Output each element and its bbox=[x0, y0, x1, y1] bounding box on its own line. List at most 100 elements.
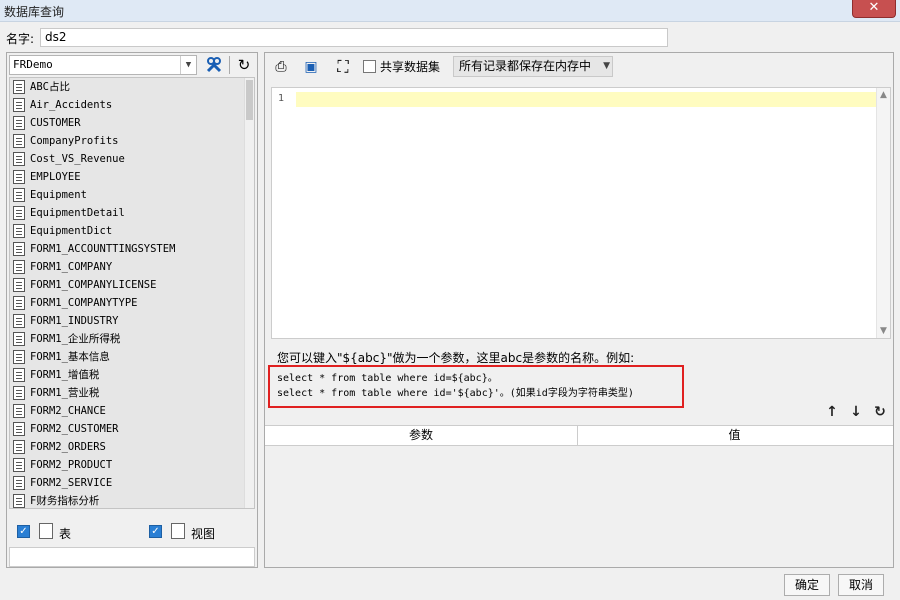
table-list-item[interactable]: Air_Accidents bbox=[10, 96, 246, 114]
table-list-item[interactable]: FORM1_ACCOUNTTINGSYSTEM bbox=[10, 240, 246, 258]
table-list-item-label: FORM1_ACCOUNTTINGSYSTEM bbox=[30, 243, 176, 255]
table-search-input[interactable] bbox=[9, 547, 255, 567]
table-list-item-label: ABC占比 bbox=[30, 81, 70, 93]
table-list-item-label: FORM1_基本信息 bbox=[30, 351, 110, 363]
table-list-item[interactable]: FORM1_企业所得税 bbox=[10, 330, 246, 348]
scroll-down-icon[interactable]: ▼ bbox=[877, 324, 890, 338]
fullscreen-icon[interactable]: ⛶ bbox=[333, 57, 353, 77]
table-icon bbox=[13, 116, 25, 130]
table-list-rows: ABC占比 Air_Accidents CUSTOMER CompanyProfits… bbox=[10, 78, 246, 508]
title-bar: 数据库查询 ✕ bbox=[0, 0, 900, 22]
datasource-select-value: FRDemo bbox=[13, 58, 53, 71]
table-icon bbox=[13, 404, 25, 418]
table-list-item[interactable]: FORM1_营业税 bbox=[10, 384, 246, 402]
parameter-table-header: 参数 值 bbox=[265, 426, 893, 446]
line-gutter: 1 bbox=[272, 88, 294, 338]
column-header-value[interactable]: 值 bbox=[578, 426, 891, 445]
close-button[interactable]: ✕ bbox=[852, 0, 896, 18]
table-list-item[interactable]: FORM1_基本信息 bbox=[10, 348, 246, 366]
preview-icon[interactable]: ⎙ bbox=[271, 57, 291, 77]
name-input[interactable]: ds2 bbox=[40, 28, 668, 47]
chevron-down-icon[interactable]: ▼ bbox=[603, 57, 610, 76]
table-filter-checkbox[interactable]: ✓ bbox=[17, 525, 30, 538]
table-list-item[interactable]: EquipmentDict bbox=[10, 222, 246, 240]
table-list-item[interactable]: Cost_VS_Revenue bbox=[10, 150, 246, 168]
query-panel: ⎙ ▣ ⛶ 共享数据集 所有记录都保存在内存中 ▼ 1 ▲ ▼ 您可以键入"${… bbox=[264, 52, 894, 568]
table-list-item-label: FORM1_企业所得税 bbox=[30, 333, 121, 345]
table-icon bbox=[13, 170, 25, 184]
table-list-item[interactable]: FORM1_COMPANYLICENSE bbox=[10, 276, 246, 294]
table-icon bbox=[13, 368, 25, 382]
table-list-item[interactable]: FORM2_CHANCE bbox=[10, 402, 246, 420]
editor-scrollbar[interactable]: ▲ ▼ bbox=[876, 88, 890, 338]
table-icon bbox=[13, 458, 25, 472]
chevron-down-icon[interactable]: ▼ bbox=[180, 56, 196, 74]
table-list-item[interactable]: FORM2_CUSTOMER bbox=[10, 420, 246, 438]
refresh-parameters-icon[interactable]: ↻ bbox=[871, 403, 889, 421]
share-dataset-checkbox[interactable] bbox=[363, 60, 376, 73]
table-list-item[interactable]: CUSTOMER bbox=[10, 114, 246, 132]
table-list-item-label: FORM2_PRODUCT bbox=[30, 459, 113, 471]
table-list-item-label: EquipmentDetail bbox=[30, 207, 125, 219]
refresh-icon[interactable]: ↻ bbox=[233, 54, 255, 76]
move-down-icon[interactable]: ↓ bbox=[847, 403, 865, 421]
view-icon bbox=[171, 523, 185, 539]
table-icon bbox=[13, 296, 25, 310]
view-filter-checkbox[interactable]: ✓ bbox=[149, 525, 162, 538]
table-icon bbox=[13, 494, 25, 508]
table-icon bbox=[13, 386, 25, 400]
table-list-item[interactable]: FORM2_SERVICE bbox=[10, 474, 246, 492]
table-list-item[interactable]: FORM2_PRODUCT bbox=[10, 456, 246, 474]
table-list-item-label: FORM2_CHANCE bbox=[30, 405, 106, 417]
hint-example-1: select * from table where id=${abc}。 bbox=[277, 373, 498, 384]
scrollbar-thumb[interactable] bbox=[246, 80, 253, 120]
table-icon bbox=[13, 440, 25, 454]
table-list-item[interactable]: Equipment bbox=[10, 186, 246, 204]
table-list-item[interactable]: CompanyProfits bbox=[10, 132, 246, 150]
table-list-item-label: FORM1_COMPANYTYPE bbox=[30, 297, 138, 309]
scroll-up-icon[interactable]: ▲ bbox=[877, 88, 890, 102]
table-list-item[interactable]: FORM1_INDUSTRY bbox=[10, 312, 246, 330]
table-icon bbox=[13, 332, 25, 346]
save-icon[interactable]: ▣ bbox=[301, 57, 321, 77]
table-list-item[interactable]: ABC占比 bbox=[10, 78, 246, 96]
table-filter-label: 表 bbox=[59, 527, 72, 541]
table-icon bbox=[13, 188, 25, 202]
table-icon bbox=[13, 242, 25, 256]
table-list-item-label: F财务指标分析 bbox=[30, 495, 100, 507]
table-list-item-label: CompanyProfits bbox=[30, 135, 119, 147]
window-title: 数据库查询 bbox=[4, 5, 65, 19]
table-list-item-label: FORM1_营业税 bbox=[30, 387, 100, 399]
table-list-item[interactable]: FORM1_增值税 bbox=[10, 366, 246, 384]
table-list-item-label: FORM1_COMPANY bbox=[30, 261, 113, 273]
ok-button[interactable]: 确定 bbox=[784, 574, 830, 596]
cancel-button[interactable]: 取消 bbox=[838, 574, 884, 596]
name-label: 名字: bbox=[6, 32, 35, 46]
table-list-item-label: Equipment bbox=[30, 189, 87, 201]
datasource-select[interactable]: FRDemo ▼ bbox=[9, 55, 197, 75]
sql-editor[interactable]: 1 ▲ ▼ bbox=[271, 87, 891, 339]
move-up-icon[interactable]: ↑ bbox=[823, 403, 841, 421]
table-list-item-label: FORM2_CUSTOMER bbox=[30, 423, 119, 435]
table-icon bbox=[13, 134, 25, 148]
table-icon bbox=[13, 152, 25, 166]
table-list-item[interactable]: FORM2_ORDERS bbox=[10, 438, 246, 456]
table-list-item-label: FORM1_COMPANYLICENSE bbox=[30, 279, 157, 291]
memory-mode-select[interactable]: 所有记录都保存在内存中 ▼ bbox=[453, 56, 613, 77]
column-header-parameter[interactable]: 参数 bbox=[265, 426, 577, 445]
table-list-item-label: FORM1_INDUSTRY bbox=[30, 315, 119, 327]
table-icon bbox=[13, 98, 25, 112]
table-list-item[interactable]: EquipmentDetail bbox=[10, 204, 246, 222]
toolbar-divider bbox=[229, 56, 230, 74]
table-list-item[interactable]: F财务指标分析 bbox=[10, 492, 246, 508]
table-icon bbox=[13, 224, 25, 238]
table-icon bbox=[13, 314, 25, 328]
table-list-item[interactable]: EMPLOYEE bbox=[10, 168, 246, 186]
table-icon bbox=[13, 206, 25, 220]
table-list-item[interactable]: FORM1_COMPANY bbox=[10, 258, 246, 276]
active-line[interactable] bbox=[296, 92, 876, 107]
table-list-scrollbar[interactable] bbox=[244, 78, 254, 508]
table-list-item[interactable]: FORM1_COMPANYTYPE bbox=[10, 294, 246, 312]
table-list: ABC占比 Air_Accidents CUSTOMER CompanyProfits… bbox=[9, 77, 255, 509]
connection-settings-icon[interactable] bbox=[203, 54, 225, 76]
